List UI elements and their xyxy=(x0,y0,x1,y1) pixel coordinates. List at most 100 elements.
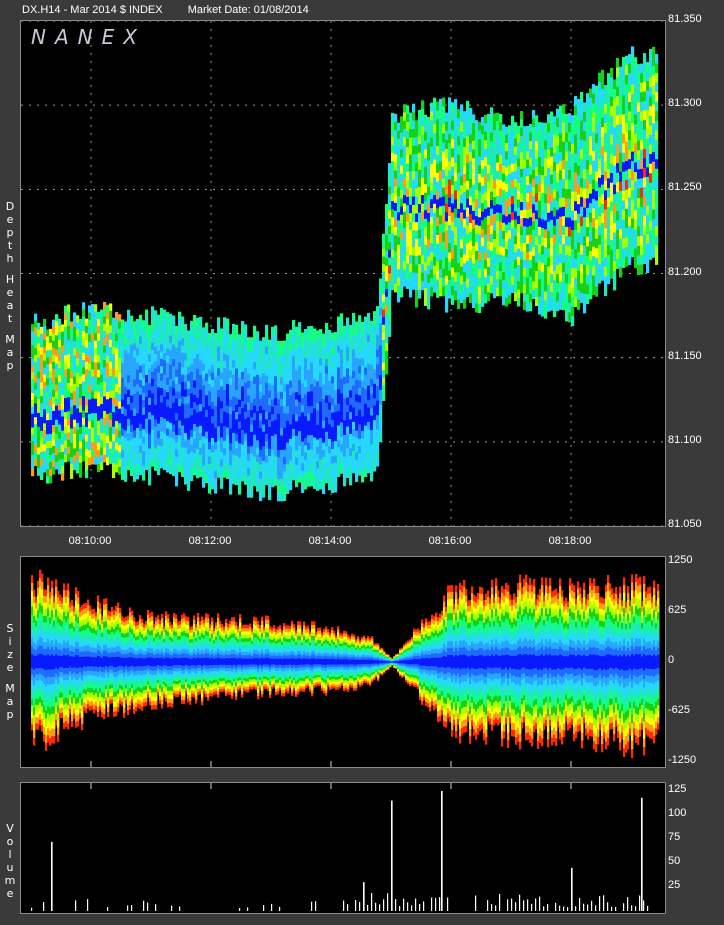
heat-cell xyxy=(415,298,419,308)
heat-cell xyxy=(49,391,53,400)
heat-cell xyxy=(388,226,392,235)
heat-cell xyxy=(616,144,620,155)
heat-cell xyxy=(61,416,65,425)
heat-cell xyxy=(505,273,509,283)
heat-cell xyxy=(241,451,245,460)
vertical-label-char: p xyxy=(6,226,14,239)
heat-cell xyxy=(436,199,440,209)
heat-cell xyxy=(529,174,533,184)
heat-cell xyxy=(406,180,410,190)
heat-cell xyxy=(127,455,131,463)
heat-cell xyxy=(568,236,572,247)
heat-cell xyxy=(130,344,134,353)
heat-cell xyxy=(559,216,563,227)
heat-cell xyxy=(583,226,587,237)
heat-cell xyxy=(634,248,638,259)
heat-cell xyxy=(562,150,566,161)
heat-cell xyxy=(655,111,659,122)
heat-cell xyxy=(517,199,521,209)
heat-cell xyxy=(400,214,404,224)
heat-cell xyxy=(169,335,173,344)
heat-cell xyxy=(334,470,338,478)
heat-cell xyxy=(220,473,224,482)
heat-cell xyxy=(445,203,449,213)
heat-cell xyxy=(382,377,386,386)
heat-cell xyxy=(301,470,305,479)
heat-cell xyxy=(544,149,548,159)
heat-cell xyxy=(304,408,308,417)
heat-cell xyxy=(517,183,521,192)
heat-cell xyxy=(532,264,536,274)
heat-cell xyxy=(433,97,437,108)
heat-cell xyxy=(493,188,497,198)
heat-cell xyxy=(376,349,380,358)
heat-cell xyxy=(283,384,287,392)
heat-cell xyxy=(505,224,509,234)
heat-cell xyxy=(253,427,257,436)
heat-cell xyxy=(265,353,269,362)
heat-cell xyxy=(619,123,623,135)
heat-cell xyxy=(103,316,107,325)
heat-cell xyxy=(196,354,200,362)
heat-cell xyxy=(475,137,479,147)
heat-cell xyxy=(91,427,95,436)
heat-cell xyxy=(508,149,512,159)
heat-cell xyxy=(646,167,650,178)
heat-cell xyxy=(58,332,62,341)
heat-cell xyxy=(379,374,383,383)
heat-cell xyxy=(415,171,419,181)
heat-cell xyxy=(121,319,125,328)
heat-cell xyxy=(622,66,626,77)
heat-cell xyxy=(508,189,512,199)
heat-cell xyxy=(316,381,320,390)
heat-cell xyxy=(484,166,488,176)
heat-cell xyxy=(553,134,557,145)
heat-cell xyxy=(553,225,557,236)
heat-cell xyxy=(253,325,257,334)
heat-cell xyxy=(496,187,500,197)
heat-cell xyxy=(640,226,644,237)
heat-cell xyxy=(370,451,374,460)
heat-cell xyxy=(598,187,602,198)
heat-cell xyxy=(445,139,449,150)
heat-cell xyxy=(382,317,386,326)
heat-cell xyxy=(574,229,578,241)
heat-cell xyxy=(190,422,194,431)
heat-cell xyxy=(31,448,35,456)
heat-cell xyxy=(439,143,443,154)
heat-cell xyxy=(502,288,506,298)
heat-cell xyxy=(475,163,479,173)
heat-cell xyxy=(472,298,476,309)
heat-cell xyxy=(325,453,329,462)
heat-cell xyxy=(559,124,563,134)
heat-cell xyxy=(469,275,473,286)
heat-cell xyxy=(622,123,626,135)
heat-cell xyxy=(274,470,278,479)
heat-cell xyxy=(574,143,578,154)
heat-cell xyxy=(268,470,272,479)
heat-cell xyxy=(196,470,200,479)
heat-cell xyxy=(223,397,227,405)
heat-cell xyxy=(43,360,47,369)
heat-cell xyxy=(190,466,194,474)
heat-cell xyxy=(565,236,569,247)
heat-cell xyxy=(586,140,590,152)
heat-cell xyxy=(601,88,605,100)
heat-cell xyxy=(241,415,245,424)
heat-cell xyxy=(64,397,68,406)
heat-cell xyxy=(289,358,293,367)
heat-cell xyxy=(235,477,239,486)
heat-cell xyxy=(166,457,170,466)
heat-cell xyxy=(463,218,467,229)
heat-cell xyxy=(409,255,413,264)
heat-cell xyxy=(49,419,53,428)
heat-cell xyxy=(97,464,101,473)
heat-cell xyxy=(157,416,161,425)
heat-cell xyxy=(367,341,371,350)
heat-cell xyxy=(391,265,395,275)
heat-cell xyxy=(589,193,593,204)
heat-cell xyxy=(643,53,647,64)
heat-cell xyxy=(355,365,359,373)
heat-cell xyxy=(649,125,653,136)
heat-cell xyxy=(295,472,299,480)
